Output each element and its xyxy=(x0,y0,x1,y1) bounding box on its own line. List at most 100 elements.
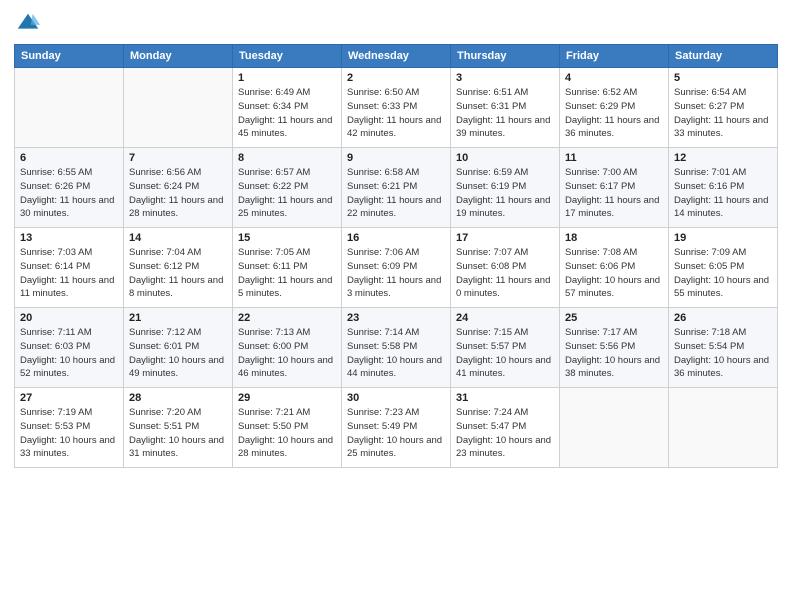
header xyxy=(14,10,778,38)
day-number: 20 xyxy=(20,312,118,324)
day-number: 5 xyxy=(674,72,772,84)
day-number: 11 xyxy=(565,152,663,164)
calendar-cell: 22 Sunrise: 7:13 AM Sunset: 6:00 PM Dayli… xyxy=(233,308,342,388)
day-info: Sunrise: 6:57 AM Sunset: 6:22 PM Dayligh… xyxy=(238,166,336,221)
week-row-3: 13 Sunrise: 7:03 AM Sunset: 6:14 PM Dayli… xyxy=(15,228,778,308)
logo xyxy=(14,10,46,38)
weekday-row: SundayMondayTuesdayWednesdayThursdayFrid… xyxy=(15,45,778,68)
day-info: Sunrise: 6:58 AM Sunset: 6:21 PM Dayligh… xyxy=(347,166,445,221)
day-number: 16 xyxy=(347,232,445,244)
day-number: 7 xyxy=(129,152,227,164)
calendar: SundayMondayTuesdayWednesdayThursdayFrid… xyxy=(14,44,778,468)
day-info: Sunrise: 7:05 AM Sunset: 6:11 PM Dayligh… xyxy=(238,246,336,301)
day-number: 23 xyxy=(347,312,445,324)
week-row-4: 20 Sunrise: 7:11 AM Sunset: 6:03 PM Dayli… xyxy=(15,308,778,388)
day-number: 25 xyxy=(565,312,663,324)
calendar-body: 1Sunrise: 6:49 AM Sunset: 6:34 PM Daylig… xyxy=(15,68,778,468)
calendar-cell: 28 Sunrise: 7:20 AM Sunset: 5:51 PM Dayli… xyxy=(124,388,233,468)
day-number: 28 xyxy=(129,392,227,404)
day-info: Sunrise: 6:59 AM Sunset: 6:19 PM Dayligh… xyxy=(456,166,554,221)
day-info: Sunrise: 7:21 AM Sunset: 5:50 PM Dayligh… xyxy=(238,406,336,461)
calendar-cell: 29Sunrise: 7:21 AM Sunset: 5:50 PM Dayli… xyxy=(233,388,342,468)
day-number: 19 xyxy=(674,232,772,244)
calendar-cell: 31 Sunrise: 7:24 AM Sunset: 5:47 PM Dayli… xyxy=(451,388,560,468)
day-number: 1 xyxy=(238,72,336,84)
calendar-cell: 10Sunrise: 6:59 AM Sunset: 6:19 PM Dayli… xyxy=(451,148,560,228)
calendar-cell: 25 Sunrise: 7:17 AM Sunset: 5:56 PM Dayli… xyxy=(560,308,669,388)
day-info: Sunrise: 7:15 AM Sunset: 5:57 PM Dayligh… xyxy=(456,326,554,381)
day-info: Sunrise: 7:04 AM Sunset: 6:12 PM Dayligh… xyxy=(129,246,227,301)
calendar-cell: 24 Sunrise: 7:15 AM Sunset: 5:57 PM Dayli… xyxy=(451,308,560,388)
day-number: 14 xyxy=(129,232,227,244)
day-info: Sunrise: 6:55 AM Sunset: 6:26 PM Dayligh… xyxy=(20,166,118,221)
day-info: Sunrise: 6:51 AM Sunset: 6:31 PM Dayligh… xyxy=(456,86,554,141)
calendar-cell: 17Sunrise: 7:07 AM Sunset: 6:08 PM Dayli… xyxy=(451,228,560,308)
day-number: 12 xyxy=(674,152,772,164)
day-number: 3 xyxy=(456,72,554,84)
calendar-cell: 18Sunrise: 7:08 AM Sunset: 6:06 PM Dayli… xyxy=(560,228,669,308)
calendar-cell: 30Sunrise: 7:23 AM Sunset: 5:49 PM Dayli… xyxy=(342,388,451,468)
day-number: 30 xyxy=(347,392,445,404)
day-number: 15 xyxy=(238,232,336,244)
day-info: Sunrise: 7:00 AM Sunset: 6:17 PM Dayligh… xyxy=(565,166,663,221)
calendar-cell: 13 Sunrise: 7:03 AM Sunset: 6:14 PM Dayli… xyxy=(15,228,124,308)
weekday-header-sunday: Sunday xyxy=(15,45,124,68)
week-row-5: 27Sunrise: 7:19 AM Sunset: 5:53 PM Dayli… xyxy=(15,388,778,468)
day-number: 26 xyxy=(674,312,772,324)
calendar-cell: 2Sunrise: 6:50 AM Sunset: 6:33 PM Daylig… xyxy=(342,68,451,148)
calendar-cell: 21Sunrise: 7:12 AM Sunset: 6:01 PM Dayli… xyxy=(124,308,233,388)
day-info: Sunrise: 7:09 AM Sunset: 6:05 PM Dayligh… xyxy=(674,246,772,301)
calendar-cell: 27Sunrise: 7:19 AM Sunset: 5:53 PM Dayli… xyxy=(15,388,124,468)
day-info: Sunrise: 7:07 AM Sunset: 6:08 PM Dayligh… xyxy=(456,246,554,301)
week-row-1: 1Sunrise: 6:49 AM Sunset: 6:34 PM Daylig… xyxy=(15,68,778,148)
weekday-header-saturday: Saturday xyxy=(669,45,778,68)
day-info: Sunrise: 7:14 AM Sunset: 5:58 PM Dayligh… xyxy=(347,326,445,381)
day-info: Sunrise: 7:18 AM Sunset: 5:54 PM Dayligh… xyxy=(674,326,772,381)
weekday-header-wednesday: Wednesday xyxy=(342,45,451,68)
day-info: Sunrise: 7:01 AM Sunset: 6:16 PM Dayligh… xyxy=(674,166,772,221)
day-number: 24 xyxy=(456,312,554,324)
day-number: 6 xyxy=(20,152,118,164)
day-info: Sunrise: 7:03 AM Sunset: 6:14 PM Dayligh… xyxy=(20,246,118,301)
page: SundayMondayTuesdayWednesdayThursdayFrid… xyxy=(0,0,792,612)
day-info: Sunrise: 7:12 AM Sunset: 6:01 PM Dayligh… xyxy=(129,326,227,381)
day-info: Sunrise: 7:19 AM Sunset: 5:53 PM Dayligh… xyxy=(20,406,118,461)
day-number: 4 xyxy=(565,72,663,84)
calendar-cell: 9 Sunrise: 6:58 AM Sunset: 6:21 PM Daylig… xyxy=(342,148,451,228)
day-number: 22 xyxy=(238,312,336,324)
day-info: Sunrise: 7:20 AM Sunset: 5:51 PM Dayligh… xyxy=(129,406,227,461)
calendar-cell: 7 Sunrise: 6:56 AM Sunset: 6:24 PM Daylig… xyxy=(124,148,233,228)
calendar-cell: 5 Sunrise: 6:54 AM Sunset: 6:27 PM Daylig… xyxy=(669,68,778,148)
day-info: Sunrise: 7:06 AM Sunset: 6:09 PM Dayligh… xyxy=(347,246,445,301)
calendar-cell: 16 Sunrise: 7:06 AM Sunset: 6:09 PM Dayli… xyxy=(342,228,451,308)
logo-icon xyxy=(14,10,42,38)
calendar-cell: 3 Sunrise: 6:51 AM Sunset: 6:31 PM Daylig… xyxy=(451,68,560,148)
day-info: Sunrise: 7:24 AM Sunset: 5:47 PM Dayligh… xyxy=(456,406,554,461)
calendar-cell: 1Sunrise: 6:49 AM Sunset: 6:34 PM Daylig… xyxy=(233,68,342,148)
calendar-cell: 4Sunrise: 6:52 AM Sunset: 6:29 PM Daylig… xyxy=(560,68,669,148)
day-info: Sunrise: 7:11 AM Sunset: 6:03 PM Dayligh… xyxy=(20,326,118,381)
day-number: 31 xyxy=(456,392,554,404)
weekday-header-thursday: Thursday xyxy=(451,45,560,68)
calendar-cell: 14 Sunrise: 7:04 AM Sunset: 6:12 PM Dayli… xyxy=(124,228,233,308)
day-info: Sunrise: 7:17 AM Sunset: 5:56 PM Dayligh… xyxy=(565,326,663,381)
calendar-cell: 8Sunrise: 6:57 AM Sunset: 6:22 PM Daylig… xyxy=(233,148,342,228)
calendar-cell: 6 Sunrise: 6:55 AM Sunset: 6:26 PM Daylig… xyxy=(15,148,124,228)
day-number: 9 xyxy=(347,152,445,164)
calendar-cell: 12 Sunrise: 7:01 AM Sunset: 6:16 PM Dayli… xyxy=(669,148,778,228)
day-info: Sunrise: 7:13 AM Sunset: 6:00 PM Dayligh… xyxy=(238,326,336,381)
day-number: 2 xyxy=(347,72,445,84)
week-row-2: 6 Sunrise: 6:55 AM Sunset: 6:26 PM Daylig… xyxy=(15,148,778,228)
calendar-cell xyxy=(560,388,669,468)
weekday-header-monday: Monday xyxy=(124,45,233,68)
calendar-cell: 26 Sunrise: 7:18 AM Sunset: 5:54 PM Dayli… xyxy=(669,308,778,388)
day-info: Sunrise: 6:54 AM Sunset: 6:27 PM Dayligh… xyxy=(674,86,772,141)
calendar-header: SundayMondayTuesdayWednesdayThursdayFrid… xyxy=(15,45,778,68)
weekday-header-friday: Friday xyxy=(560,45,669,68)
day-number: 13 xyxy=(20,232,118,244)
calendar-cell: 20 Sunrise: 7:11 AM Sunset: 6:03 PM Dayli… xyxy=(15,308,124,388)
calendar-cell: 15 Sunrise: 7:05 AM Sunset: 6:11 PM Dayli… xyxy=(233,228,342,308)
day-number: 18 xyxy=(565,232,663,244)
calendar-cell xyxy=(669,388,778,468)
day-info: Sunrise: 6:56 AM Sunset: 6:24 PM Dayligh… xyxy=(129,166,227,221)
